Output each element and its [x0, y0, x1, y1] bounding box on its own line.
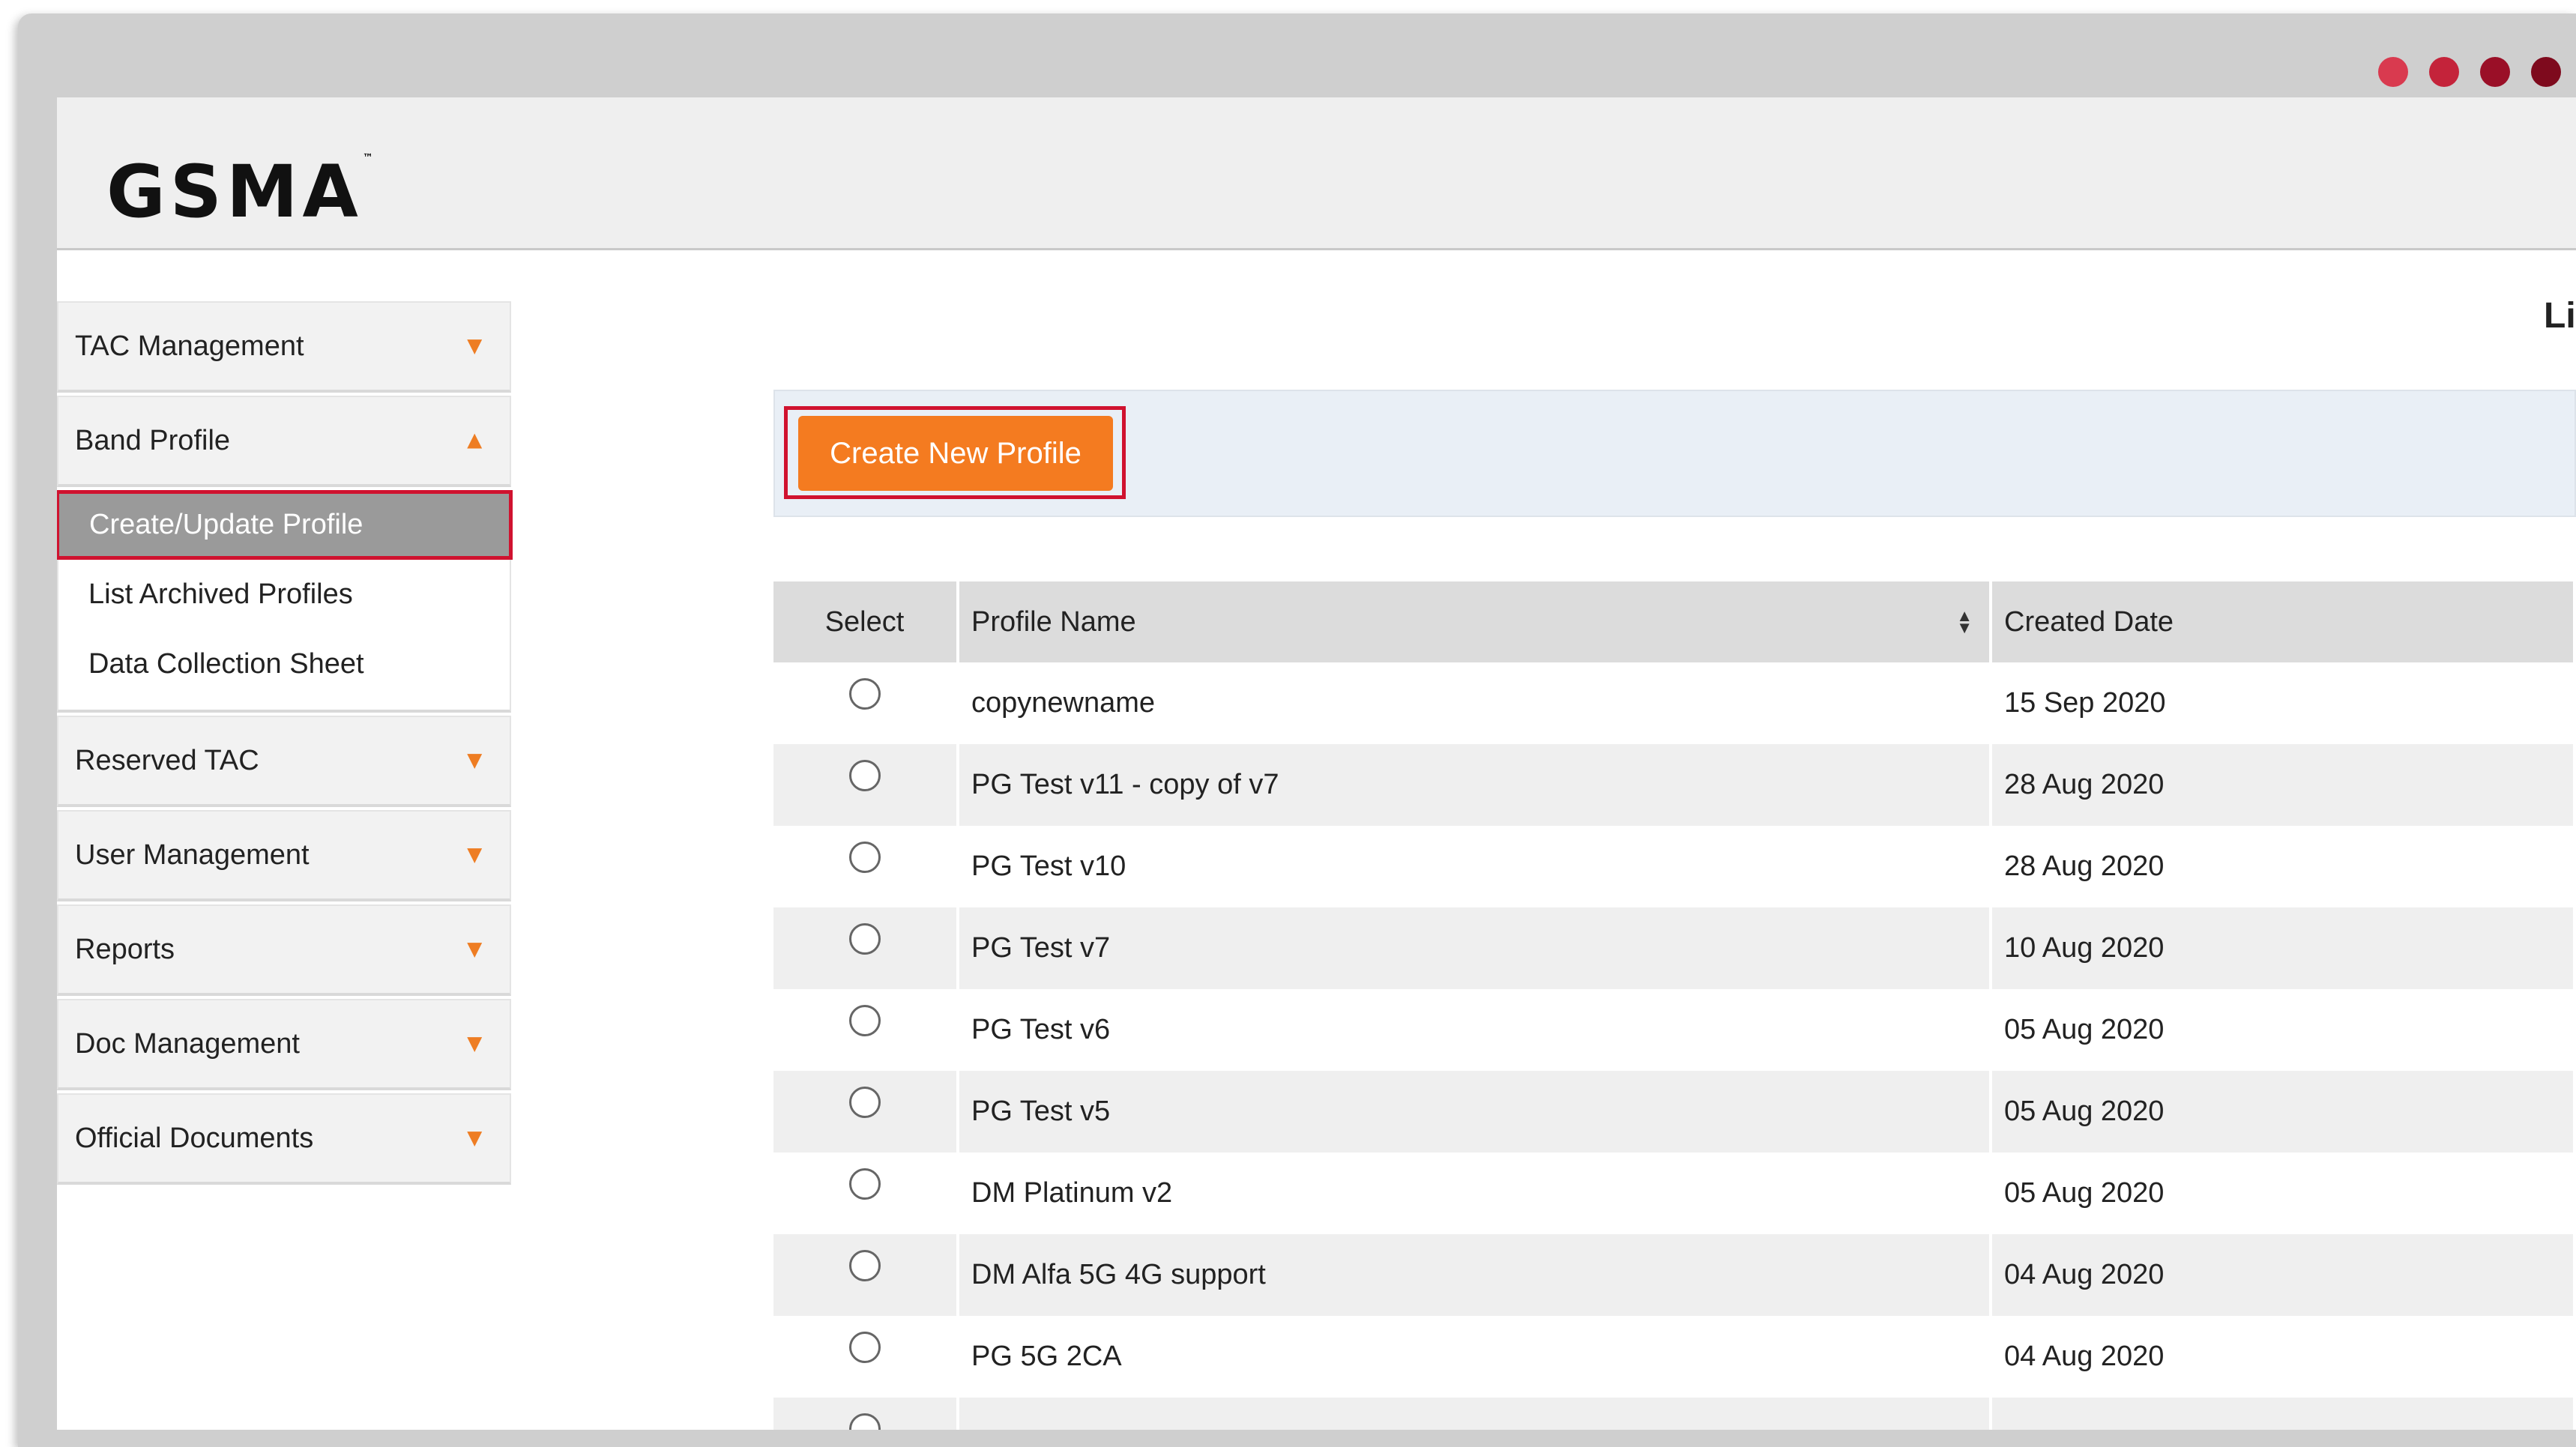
profile-name-cell: PG Test v5 [958, 1071, 1992, 1153]
sidebar-item-label: Band Profile [75, 424, 231, 456]
created-date-cell: 10 Aug 2020 [1991, 907, 2576, 989]
chevron-down-icon: ▼ [462, 331, 487, 360]
sidebar-item-label: TAC Management [75, 330, 304, 362]
created-date-cell: 05 Aug 2020 [1991, 1071, 2576, 1153]
created-date-cell: 05 Aug 2020 [1991, 989, 2576, 1071]
row-select-radio[interactable] [848, 1167, 881, 1200]
table-body: copynewname 15 Sep 2020 PG Test v11 - copy… [773, 662, 2576, 1430]
created-date-cell: 04 Aug 2020 [1991, 1234, 2576, 1316]
submenu-item-list-archived-profiles[interactable]: List Archived Profiles [58, 560, 510, 629]
browser-window: GSMA™ TAC Management ▼ Band Profile ▲ Cr… [18, 13, 2576, 1447]
profile-name-cell [958, 1398, 1992, 1430]
row-select-cell [773, 662, 959, 744]
created-date-cell: 28 Aug 2020 [1991, 826, 2576, 907]
gsma-logo[interactable]: GSMA™ [106, 153, 373, 228]
row-select-radio[interactable] [848, 677, 881, 710]
window-dot-4[interactable] [2531, 57, 2561, 87]
table-row[interactable]: PG Test v7 10 Aug 2020 [773, 907, 2576, 989]
created-date-cell: 28 Aug 2020 [1991, 744, 2576, 826]
profile-name-cell: PG Test v6 [958, 989, 1992, 1071]
row-select-cell [773, 1398, 959, 1430]
window-dot-1[interactable] [2378, 57, 2408, 87]
created-date-cell: 04 Aug 2020 [1991, 1316, 2576, 1398]
row-select-radio[interactable] [848, 1004, 881, 1036]
row-select-cell [773, 1153, 959, 1234]
sidebar-item-official-documents[interactable]: Official Documents ▼ [57, 1093, 511, 1185]
row-select-cell [773, 826, 959, 907]
profile-name-cell: PG Test v10 [958, 826, 1992, 907]
profile-name-cell: PG Test v11 - copy of v7 [958, 744, 1992, 826]
created-date-cell [1991, 1398, 2576, 1430]
profile-toolbar: Create New Profile [773, 390, 2576, 517]
sidebar-nav: TAC Management ▼ Band Profile ▲ Create/U… [57, 301, 513, 1188]
window-dot-3[interactable] [2480, 57, 2510, 87]
app-header: GSMA™ [57, 97, 2576, 250]
sidebar-item-doc-management[interactable]: Doc Management ▼ [57, 999, 511, 1090]
table-header-row: Select Profile Name ▲ ▼ Created Date [773, 581, 2576, 662]
row-select-radio[interactable] [848, 841, 881, 873]
column-header-created-date[interactable]: Created Date [1991, 581, 2576, 662]
table-row[interactable]: PG Test v11 - copy of v7 28 Aug 2020 [773, 744, 2576, 826]
sidebar-item-reports[interactable]: Reports ▼ [57, 904, 511, 996]
table-row[interactable]: PG Test v6 05 Aug 2020 [773, 989, 2576, 1071]
chevron-down-icon: ▼ [462, 1029, 487, 1058]
logo-text: GSMA [106, 150, 363, 234]
profile-name-cell: DM Platinum v2 [958, 1153, 1992, 1234]
window-dot-2[interactable] [2429, 57, 2459, 87]
column-header-profile-name[interactable]: Profile Name ▲ ▼ [958, 581, 1992, 662]
sidebar-item-label: User Management [75, 839, 310, 871]
table-row[interactable]: copynewname 15 Sep 2020 [773, 662, 2576, 744]
profiles-table: Select Profile Name ▲ ▼ Created Date copy… [773, 581, 2576, 1430]
row-select-radio[interactable] [848, 1413, 881, 1430]
column-header-label: Profile Name [971, 605, 1136, 638]
row-select-cell [773, 1316, 959, 1398]
sidebar-item-label: Official Documents [75, 1122, 314, 1154]
created-date-cell: 15 Sep 2020 [1991, 662, 2576, 744]
row-select-cell [773, 989, 959, 1071]
page-title: Lis [2544, 296, 2576, 336]
table-row[interactable]: PG Test v10 28 Aug 2020 [773, 826, 2576, 907]
row-select-cell [773, 907, 959, 989]
row-select-radio[interactable] [848, 922, 881, 955]
row-select-cell [773, 744, 959, 826]
chevron-down-icon: ▼ [462, 1123, 487, 1153]
column-header-select: Select [773, 581, 959, 662]
chevron-down-icon: ▼ [462, 840, 487, 869]
chevron-down-icon: ▼ [462, 746, 487, 775]
sidebar-item-label: Reserved TAC [75, 744, 259, 776]
create-button-highlight: Create New Profile [784, 406, 1126, 499]
sidebar-item-tac-management[interactable]: TAC Management ▼ [57, 301, 511, 393]
sidebar-item-user-management[interactable]: User Management ▼ [57, 810, 511, 901]
chevron-up-icon: ▲ [462, 426, 487, 455]
table-row[interactable]: PG 5G 2CA 04 Aug 2020 [773, 1316, 2576, 1398]
created-date-cell: 05 Aug 2020 [1991, 1153, 2576, 1234]
app-screen: GSMA™ TAC Management ▼ Band Profile ▲ Cr… [57, 97, 2576, 1430]
table-row[interactable]: DM Alfa 5G 4G support 04 Aug 2020 [773, 1234, 2576, 1316]
row-select-cell [773, 1071, 959, 1153]
profile-name-cell: PG Test v7 [958, 907, 1992, 989]
profile-name-cell: PG 5G 2CA [958, 1316, 1992, 1398]
profile-name-cell: copynewname [958, 662, 1992, 744]
sort-icon[interactable]: ▲ ▼ [1956, 608, 1973, 636]
row-select-radio[interactable] [848, 1249, 881, 1281]
profile-name-cell: DM Alfa 5G 4G support [958, 1234, 1992, 1316]
submenu-item-create-update-profile[interactable]: Create/Update Profile [57, 490, 513, 560]
logo-trademark: ™ [362, 152, 373, 164]
sidebar-item-band-profile[interactable]: Band Profile ▲ [57, 396, 511, 487]
row-select-radio[interactable] [848, 1331, 881, 1363]
row-select-cell [773, 1234, 959, 1316]
row-select-radio[interactable] [848, 759, 881, 791]
sidebar-item-label: Reports [75, 933, 175, 965]
window-controls [2378, 57, 2561, 87]
table-row[interactable] [773, 1398, 2576, 1430]
row-select-radio[interactable] [848, 1086, 881, 1118]
create-new-profile-button[interactable]: Create New Profile [798, 416, 1113, 491]
sidebar-item-reserved-tac[interactable]: Reserved TAC ▼ [57, 716, 511, 807]
table-row[interactable]: DM Platinum v2 05 Aug 2020 [773, 1153, 2576, 1234]
sidebar-item-label: Doc Management [75, 1027, 300, 1060]
table-row[interactable]: PG Test v5 05 Aug 2020 [773, 1071, 2576, 1153]
chevron-down-icon: ▼ [462, 934, 487, 964]
band-profile-submenu: Create/Update Profile List Archived Prof… [57, 490, 513, 713]
submenu-item-data-collection-sheet[interactable]: Data Collection Sheet [58, 629, 510, 699]
